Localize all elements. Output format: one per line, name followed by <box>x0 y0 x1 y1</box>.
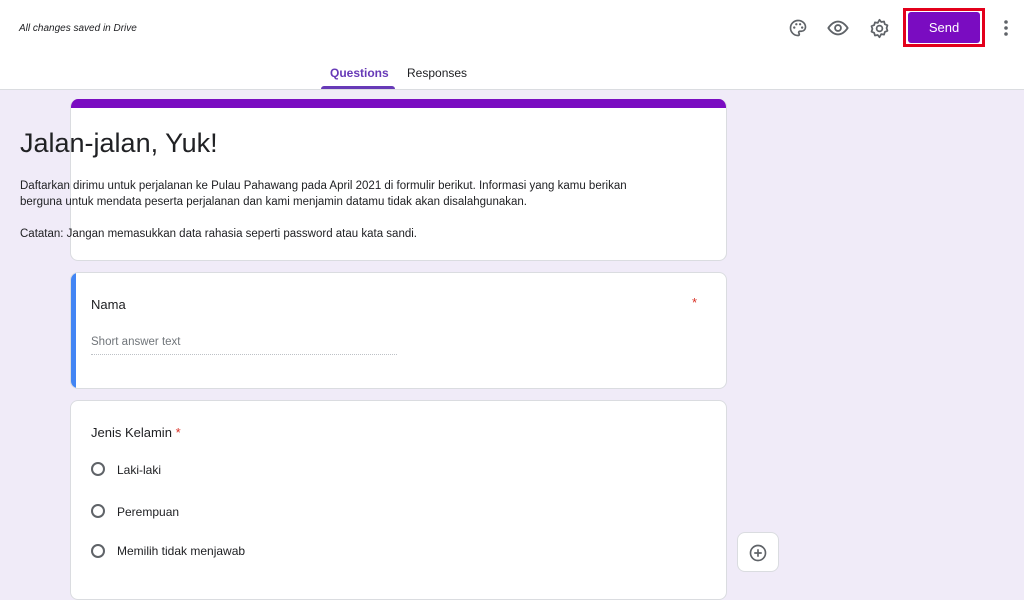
radio-option-2[interactable] <box>91 504 105 518</box>
option-label: Memilih tidak menjawab <box>117 544 246 558</box>
description-paragraph-2: Catatan: Jangan memasukkan data rahasia … <box>20 228 417 240</box>
question-card-nama[interactable]: Nama * Short answer text <box>70 272 727 389</box>
question-title-text: Jenis Kelamin <box>91 425 172 440</box>
question-title: Jenis Kelamin * <box>91 425 181 440</box>
send-button[interactable]: Send <box>908 12 980 43</box>
theme-color-bar <box>71 99 726 108</box>
option-label: Laki-laki <box>117 463 162 477</box>
gear-icon[interactable] <box>865 14 893 42</box>
active-question-indicator <box>71 273 76 388</box>
question-title: Nama <box>91 297 126 312</box>
required-mark: * <box>692 295 698 310</box>
top-bar: All changes saved in Drive Send Question… <box>0 0 1024 90</box>
short-answer-field: Short answer text <box>91 336 397 355</box>
tab-responses[interactable]: Responses <box>407 66 467 80</box>
add-circle-icon <box>749 544 767 562</box>
palette-icon[interactable] <box>784 14 812 42</box>
form-description: Daftarkan dirimu untuk perjalanan ke Pul… <box>20 178 640 242</box>
save-status: All changes saved in Drive <box>19 23 137 34</box>
active-tab-indicator <box>321 86 395 89</box>
radio-option-1[interactable] <box>91 462 105 476</box>
description-paragraph-1: Daftarkan dirimu untuk perjalanan ke Pul… <box>20 180 627 208</box>
option-label: Perempuan <box>117 505 180 519</box>
radio-option-3[interactable] <box>91 544 105 558</box>
more-vert-icon[interactable] <box>992 14 1020 42</box>
eye-icon[interactable] <box>824 14 852 42</box>
form-title: Jalan-jalan, Yuk! <box>20 128 218 158</box>
required-mark: * <box>175 425 181 440</box>
question-card-jenis-kelamin[interactable]: Jenis Kelamin * Laki-laki Perempuan Memi… <box>70 400 727 600</box>
tab-questions[interactable]: Questions <box>330 66 389 80</box>
add-question-button[interactable] <box>737 532 779 572</box>
